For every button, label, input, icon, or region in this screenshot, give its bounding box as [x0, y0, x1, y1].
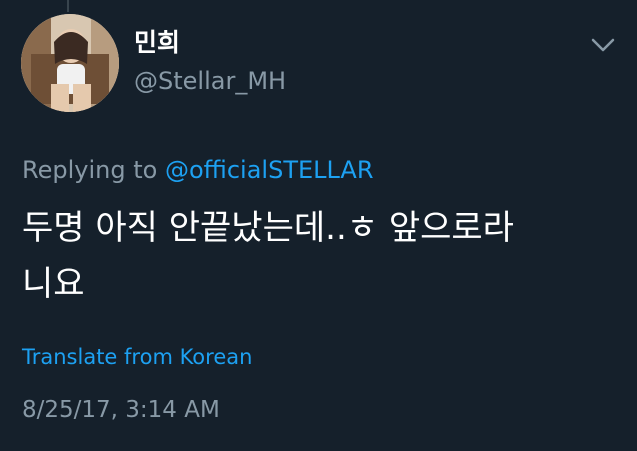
tweet-text-line-1: 두명 아직 안끝났는데..ㅎ 앞으로라 [22, 208, 514, 248]
thread-connector-line [67, 0, 69, 12]
replying-to-mention-link[interactable]: @officialSTELLAR [165, 156, 374, 184]
display-name[interactable]: 민희 [134, 28, 180, 58]
chevron-down-icon[interactable] [589, 36, 617, 54]
tweet-text-line-2: 니요 [22, 264, 85, 304]
replying-to-line: Replying to @officialSTELLAR [22, 154, 374, 186]
avatar[interactable] [21, 14, 119, 112]
translate-link[interactable]: Translate from Korean [22, 343, 252, 371]
tweet-timestamp[interactable]: 8/25/17, 3:14 AM [22, 395, 220, 425]
avatar-photo [21, 14, 119, 112]
replying-to-prefix: Replying to [22, 156, 158, 184]
tweet-text: 두명 아직 안끝났는데..ㅎ 앞으로라 니요 [22, 200, 612, 312]
user-handle[interactable]: @Stellar_MH [134, 66, 286, 96]
